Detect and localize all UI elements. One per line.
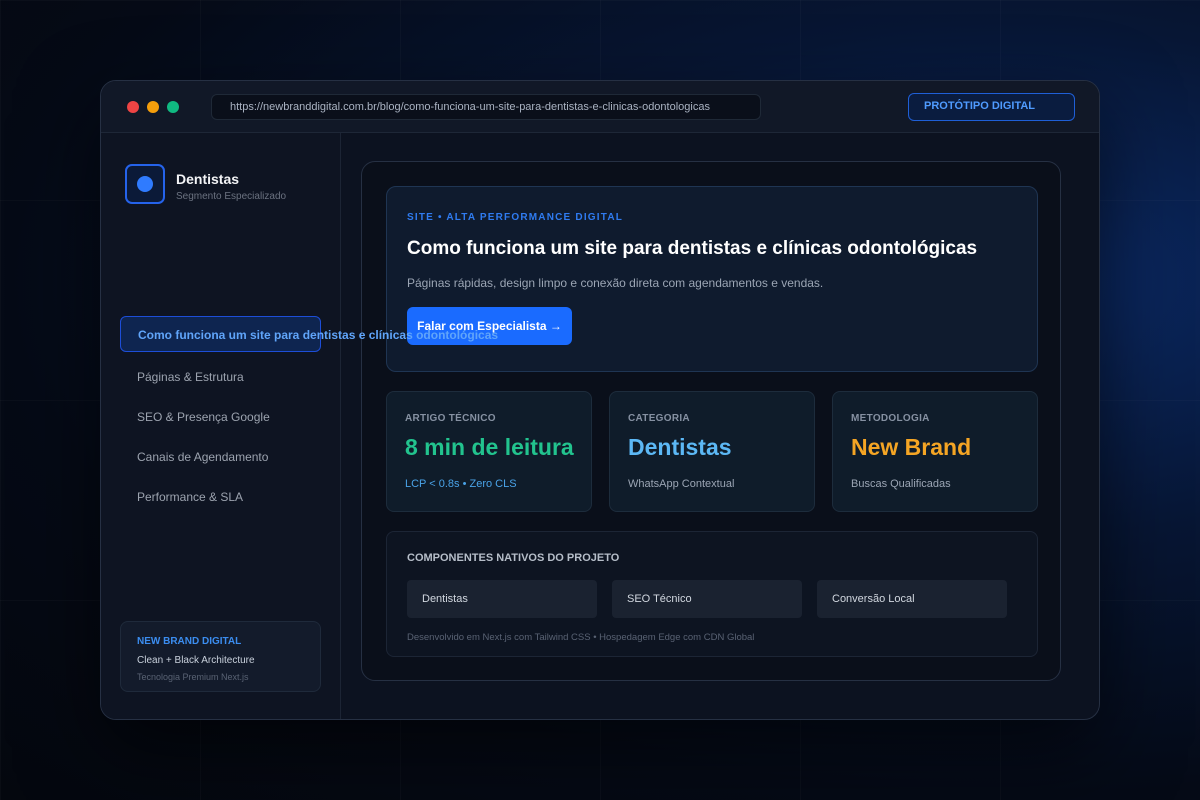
stat-label: CATEGORIA — [628, 413, 690, 424]
stat-sub: WhatsApp Contextual — [628, 478, 735, 490]
sidebar: Dentistas Segmento Especializado Como fu… — [101, 133, 498, 719]
card-title: NEW BRAND DIGITAL — [137, 636, 242, 647]
sidebar-item-label: Como funciona um site para dentistas e c… — [138, 328, 499, 342]
hero-eyebrow: SITE • ALTA PERFORMANCE DIGITAL — [407, 212, 624, 223]
prototype-badge: PROTÓTIPO DIGITAL — [908, 93, 1075, 121]
sidebar-item-article[interactable]: Como funciona um site para dentistas e c… — [120, 316, 498, 352]
sidebar-item-pages[interactable]: Páginas & Estrutura — [120, 359, 321, 395]
component-chip: Dentistas — [407, 580, 597, 618]
stat-value: New Brand — [851, 434, 972, 460]
sidebar-item-seo[interactable]: SEO & Presença Google — [120, 399, 321, 435]
sidebar-item-label: Páginas & Estrutura — [137, 370, 244, 384]
components-footer: Desenvolvido em Next.js com Tailwind CSS… — [407, 632, 755, 643]
sidebar-brand-card: NEW BRAND DIGITAL Clean + Black Architec… — [120, 621, 321, 692]
close-window-dot[interactable] — [127, 101, 139, 113]
stat-sub: Buscas Qualificadas — [851, 478, 951, 490]
components-title: COMPONENTES NATIVOS DO PROJETO — [407, 552, 620, 564]
stat-card-category: CATEGORIA Dentistas WhatsApp Contextual — [609, 391, 815, 512]
sidebar-item-performance[interactable]: Performance & SLA — [120, 479, 321, 515]
hero-section: SITE • ALTA PERFORMANCE DIGITAL Como fun… — [386, 186, 1038, 372]
brand-subtitle: Segmento Especializado — [176, 191, 287, 202]
component-chip: Conversão Local — [817, 580, 1007, 618]
page-title: Como funciona um site para dentistas e c… — [407, 238, 978, 259]
sidebar-item-label: Performance & SLA — [137, 490, 244, 504]
address-bar[interactable]: https://newbranddigital.com.br/blog/como… — [211, 94, 761, 120]
card-line: Tecnologia Premium Next.js — [137, 672, 249, 682]
stat-label: METODOLOGIA — [851, 413, 930, 424]
card-line: Clean + Black Architecture — [137, 655, 255, 666]
components-section: COMPONENTES NATIVOS DO PROJETO Dentistas… — [386, 531, 1038, 657]
maximize-window-dot[interactable] — [167, 101, 179, 113]
stat-card-article: ARTIGO TÉCNICO 8 min de leitura LCP < 0.… — [386, 391, 592, 512]
stat-value: 8 min de leitura — [405, 434, 574, 460]
stat-sub: LCP < 0.8s • Zero CLS — [405, 478, 517, 490]
title-bar: https://newbranddigital.com.br/blog/como… — [101, 81, 1099, 133]
brand-title: Dentistas — [176, 171, 240, 187]
minimize-window-dot[interactable] — [147, 101, 159, 113]
stat-label: ARTIGO TÉCNICO — [405, 413, 496, 424]
hero-description: Páginas rápidas, design limpo e conexão … — [407, 276, 824, 290]
component-chip: SEO Técnico — [612, 580, 802, 618]
stat-card-methodology: METODOLOGIA New Brand Buscas Qualificada… — [832, 391, 1038, 512]
sidebar-item-scheduling[interactable]: Canais de Agendamento — [120, 439, 321, 475]
brand-logo-icon — [125, 164, 165, 204]
sidebar-item-label: Canais de Agendamento — [137, 450, 269, 464]
browser-window: https://newbranddigital.com.br/blog/como… — [100, 80, 1100, 720]
main-content: SITE • ALTA PERFORMANCE DIGITAL Como fun… — [361, 161, 1061, 681]
stat-value: Dentistas — [628, 434, 732, 460]
sidebar-item-label: SEO & Presença Google — [137, 410, 270, 424]
